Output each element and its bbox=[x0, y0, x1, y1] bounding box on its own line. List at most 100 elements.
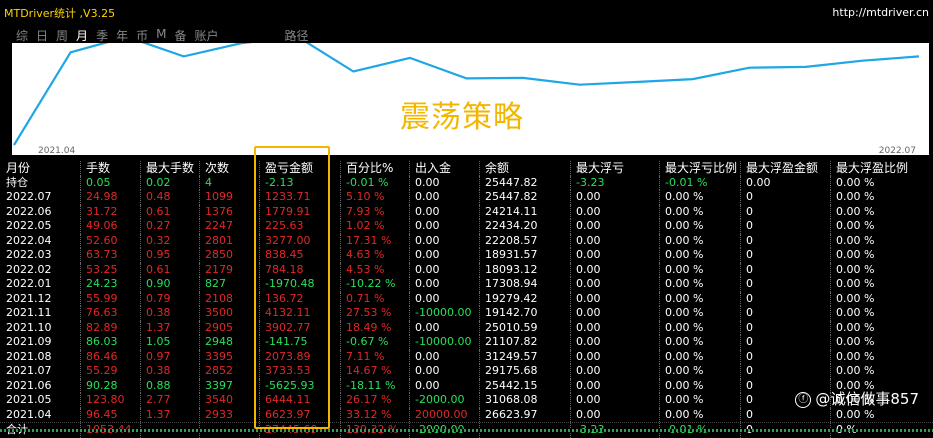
tab-9[interactable]: 账户 bbox=[194, 27, 218, 44]
table-cell: 0.00 bbox=[415, 320, 440, 334]
tab-5[interactable]: 年 bbox=[116, 27, 128, 44]
column-divider bbox=[570, 393, 571, 408]
table-cell: 0 bbox=[746, 349, 753, 363]
table-cell: 2247 bbox=[205, 219, 233, 232]
column-divider bbox=[830, 349, 831, 364]
table-cell: -10.22 % bbox=[346, 277, 396, 290]
social-logo-icon: ⓕ bbox=[795, 391, 812, 408]
column-divider bbox=[409, 364, 410, 379]
table-cell: 3395 bbox=[205, 349, 233, 363]
table-cell: 0.00 bbox=[576, 320, 601, 334]
column-divider bbox=[140, 262, 141, 277]
table-row: 2021.12 55.99 0.79 2108 136.72 0.71 % 0.00 1927… bbox=[0, 291, 933, 306]
column-divider bbox=[140, 175, 141, 190]
column-divider bbox=[340, 291, 341, 306]
table-cell: 33.12 % bbox=[346, 407, 392, 421]
table-cell: 55.29 bbox=[86, 364, 118, 377]
column-divider bbox=[140, 393, 141, 408]
table-cell: 2933 bbox=[205, 407, 233, 421]
column-divider bbox=[140, 407, 141, 422]
column-divider bbox=[199, 349, 200, 364]
column-divider bbox=[659, 190, 660, 205]
table-cell: 21107.82 bbox=[485, 335, 538, 348]
table-cell: 0 bbox=[746, 262, 753, 276]
table-cell: 3500 bbox=[205, 306, 233, 319]
column-divider bbox=[570, 407, 571, 422]
table-cell: 2852 bbox=[205, 364, 233, 377]
table-cell: 0.00 bbox=[415, 204, 440, 218]
column-divider bbox=[830, 262, 831, 277]
table-cell: 0.00 bbox=[576, 248, 601, 261]
table-row: 2021.05 123.80 2.77 3540 6444.11 26.17 % -2000… bbox=[0, 393, 933, 408]
column-divider bbox=[740, 364, 741, 379]
app-url-link[interactable]: http://mtdriver.cn bbox=[832, 6, 929, 19]
table-cell: 86.46 bbox=[86, 349, 118, 363]
table-cell: 0.00 bbox=[415, 291, 440, 305]
column-divider bbox=[409, 190, 410, 205]
column-divider bbox=[340, 262, 341, 277]
column-divider bbox=[659, 262, 660, 277]
tab-10[interactable]: 路径 bbox=[285, 27, 309, 44]
tab-8[interactable]: 备 bbox=[174, 27, 186, 44]
table-cell: 2021.07 bbox=[6, 364, 52, 377]
table-cell: 2948 bbox=[205, 335, 233, 348]
table-cell: 29175.68 bbox=[485, 364, 538, 377]
table-cell: 0.00 % bbox=[665, 262, 704, 276]
table-cell: 0.00 % bbox=[665, 407, 704, 421]
table-cell: 52.60 bbox=[86, 233, 118, 247]
tab-3[interactable]: 月 bbox=[76, 27, 88, 44]
table-cell: 0.00 % bbox=[836, 190, 875, 203]
tab-7[interactable]: M bbox=[156, 27, 166, 44]
column-divider bbox=[570, 219, 571, 234]
column-divider bbox=[140, 219, 141, 234]
table-cell: 18931.57 bbox=[485, 248, 538, 261]
column-divider bbox=[659, 349, 660, 364]
tab-0[interactable]: 综 bbox=[16, 27, 28, 44]
table-cell: 19279.42 bbox=[485, 291, 538, 305]
column-divider bbox=[199, 407, 200, 422]
column-header: 最大浮亏比例 bbox=[665, 161, 738, 175]
column-divider bbox=[740, 378, 741, 393]
column-divider bbox=[830, 175, 831, 190]
table-cell: 2022.07 bbox=[6, 190, 52, 203]
table-cell: 82.89 bbox=[86, 320, 118, 334]
column-divider bbox=[479, 219, 480, 234]
column-divider bbox=[409, 161, 410, 176]
table-cell: 31068.08 bbox=[485, 393, 538, 406]
column-divider bbox=[409, 204, 410, 219]
table-cell: 76.63 bbox=[86, 306, 118, 319]
table-row: 2021.09 86.03 1.05 2948 -141.75 -0.67 % -10000… bbox=[0, 335, 933, 350]
tab-6[interactable]: 币 bbox=[136, 27, 148, 44]
table-cell: 0.00 % bbox=[836, 277, 875, 290]
column-divider bbox=[740, 306, 741, 321]
tab-1[interactable]: 日 bbox=[36, 27, 48, 44]
table-cell: 0.00 % bbox=[665, 204, 704, 218]
column-divider bbox=[340, 219, 341, 234]
table-cell: 0.00 bbox=[415, 349, 440, 363]
column-divider bbox=[140, 349, 141, 364]
column-divider bbox=[140, 161, 141, 176]
table-header-row: 月份 手数 最大手数 次数 盈亏金额 百分比% 出入金 余额 最大浮亏 最大浮亏比例 最大浮盈金额最… bbox=[0, 161, 933, 176]
column-divider bbox=[659, 219, 660, 234]
column-header: 百分比% bbox=[346, 161, 394, 175]
column-divider bbox=[340, 378, 341, 393]
tab-2[interactable]: 周 bbox=[56, 27, 68, 44]
column-divider bbox=[80, 175, 81, 190]
table-cell: 31.72 bbox=[86, 204, 118, 218]
table-cell: 4.53 % bbox=[346, 262, 385, 276]
column-divider bbox=[570, 349, 571, 364]
table-cell: -2000.00 bbox=[415, 393, 465, 406]
column-divider bbox=[830, 306, 831, 321]
column-divider bbox=[199, 364, 200, 379]
profit-column-highlight bbox=[254, 146, 330, 429]
table-row: 2021.11 76.63 0.38 3500 4132.11 27.53 % -10000… bbox=[0, 306, 933, 321]
column-divider bbox=[409, 378, 410, 393]
table-cell: 26.17 % bbox=[346, 393, 392, 406]
table-cell: 0.00 bbox=[415, 190, 440, 203]
table-cell: 17.31 % bbox=[346, 233, 392, 247]
column-divider bbox=[199, 204, 200, 219]
table-cell: 2021.09 bbox=[6, 335, 52, 348]
table-cell: 0.00 % bbox=[665, 378, 704, 392]
table-cell: 0.79 bbox=[146, 291, 171, 305]
tab-4[interactable]: 季 bbox=[96, 27, 108, 44]
